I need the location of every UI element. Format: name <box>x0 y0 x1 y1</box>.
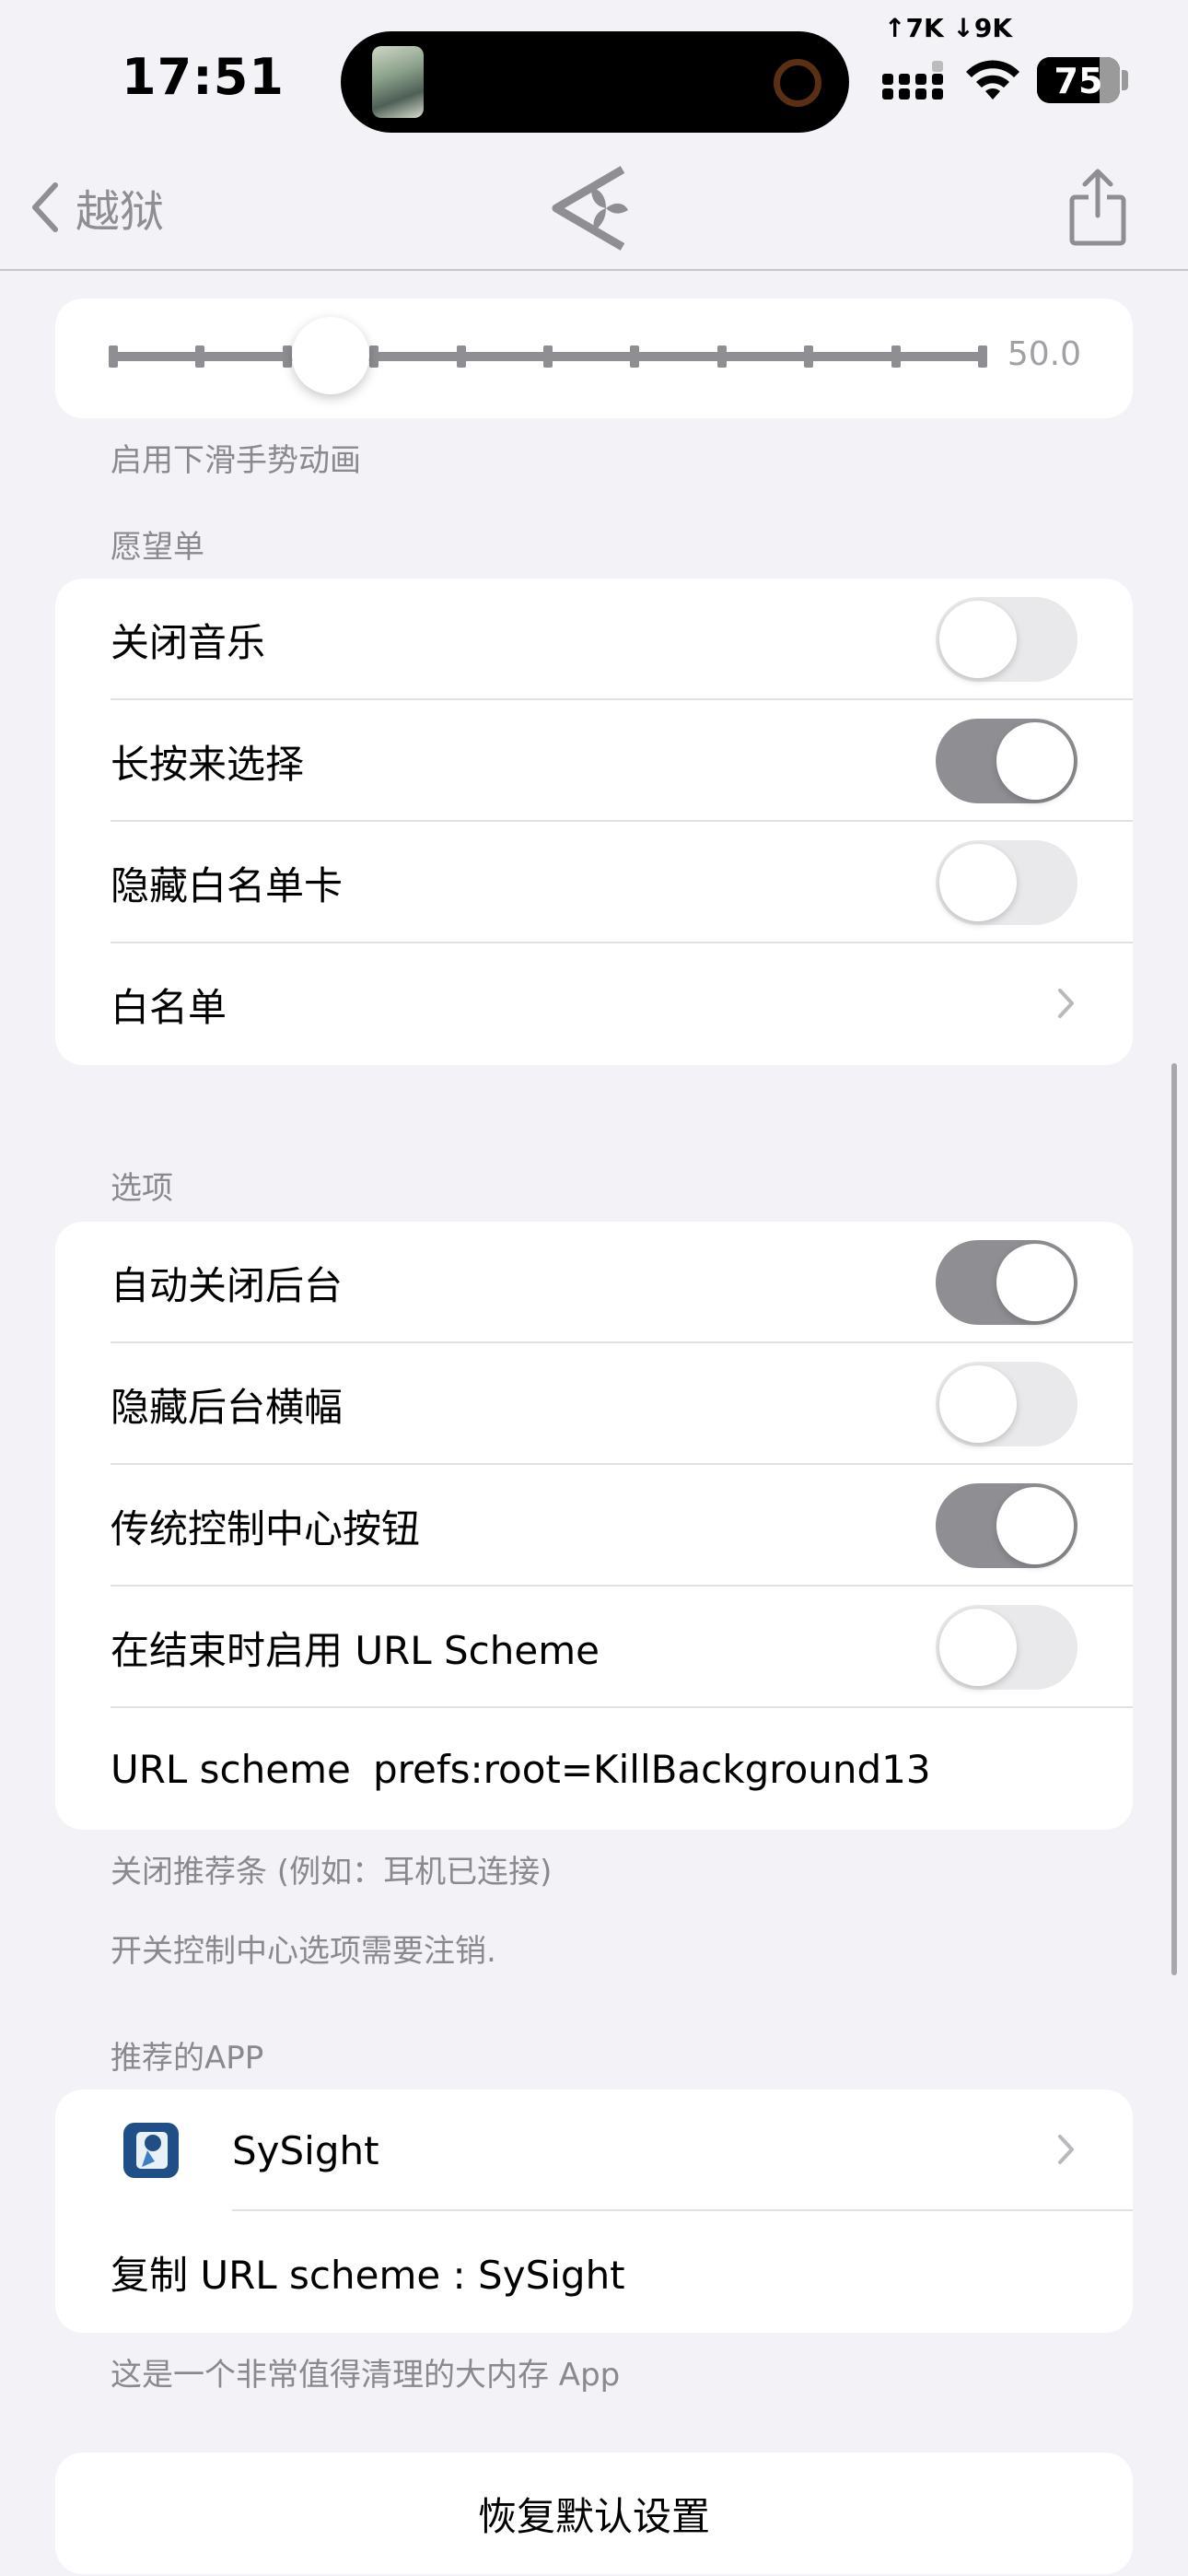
chevron-right-icon <box>1058 989 1074 1018</box>
share-icon[interactable] <box>1068 168 1127 247</box>
slider-tick <box>282 345 292 368</box>
battery-icon: 75 <box>1037 57 1120 103</box>
toggle-knob <box>939 1609 1017 1686</box>
slider-tick <box>804 345 814 368</box>
url-scheme-row: URL scheme prefs:root=KillBackground13 <box>55 1708 1133 1830</box>
legacy-control-center-toggle[interactable] <box>936 1483 1077 1568</box>
copy-url-scheme-row[interactable]: 复制 URL scheme : SySight <box>55 2211 1133 2333</box>
status-time: 17:51 <box>122 48 285 106</box>
options-footer-2: 开关控制中心选项需要注销. <box>111 1933 496 1970</box>
sysight-app-icon <box>123 2123 179 2178</box>
hide-whitelist-card-toggle[interactable] <box>936 840 1077 925</box>
toggle-row-hide-whitelist-card: 隐藏白名单卡 <box>55 822 1133 943</box>
slider-tick <box>630 345 640 368</box>
back-button[interactable]: 越狱 <box>31 175 164 240</box>
apps-card: SySight 复制 URL scheme : SySight <box>55 2090 1133 2333</box>
dynamic-island[interactable] <box>341 31 849 133</box>
restore-defaults-button[interactable]: 恢复默认设置 <box>55 2453 1133 2574</box>
slider-tick <box>891 345 901 368</box>
slider-card: 50.0 <box>55 299 1133 418</box>
row-label: 关闭音乐 <box>111 619 266 665</box>
battery-cap <box>1122 70 1128 90</box>
slider-knob[interactable] <box>292 317 369 394</box>
slider-tick <box>716 345 727 368</box>
hide-background-banner-toggle[interactable] <box>936 1362 1077 1446</box>
options-card: 自动关闭后台 隐藏后台横幅 传统控制中心按钮 在结束时启用 URL Scheme… <box>55 1222 1133 1830</box>
back-label: 越狱 <box>76 186 165 238</box>
slider-tick <box>369 345 379 368</box>
auto-close-background-toggle[interactable] <box>936 1240 1077 1325</box>
row-label: 自动关闭后台 <box>111 1262 344 1308</box>
toggle-row-url-scheme: 在结束时启用 URL Scheme <box>55 1587 1133 1708</box>
app-name: SySight <box>232 2127 379 2173</box>
url-scheme-label: URL scheme <box>111 1746 351 1792</box>
wishlist-card: 关闭音乐 长按来选择 隐藏白名单卡 白名单 <box>55 579 1133 1065</box>
network-speed: ↑7K ↓9K <box>884 13 1013 43</box>
whitelist-row[interactable]: 白名单 <box>55 943 1133 1065</box>
toggle-row-legacy-cc: 传统控制中心按钮 <box>55 1465 1133 1587</box>
app-row-sysight[interactable]: SySight <box>55 2090 1133 2211</box>
slider-tick <box>195 345 205 368</box>
slider-tick <box>109 345 118 368</box>
toggle-row-long-press: 长按来选择 <box>55 700 1133 822</box>
slider-tick <box>978 345 987 368</box>
toggle-row-close-music: 关闭音乐 <box>55 579 1133 700</box>
cellular-signal-icon <box>882 61 943 100</box>
row-label: 白名单 <box>111 984 227 1030</box>
row-label: 长按来选择 <box>111 741 305 787</box>
toggle-row-auto-close: 自动关闭后台 <box>55 1222 1133 1343</box>
now-playing-artwork[interactable] <box>372 46 424 118</box>
options-header: 选项 <box>111 1170 173 1207</box>
battery-level: 75 <box>1054 61 1103 101</box>
url-scheme-on-end-toggle[interactable] <box>936 1605 1077 1690</box>
row-label: 隐藏后台横幅 <box>111 1384 344 1430</box>
settings-page: 17:51 ↑7K ↓9K 75 越狱 50.0 启用下滑手势动画 愿望单 关闭… <box>0 0 1188 2576</box>
apps-footer: 这是一个非常值得清理的大内存 App <box>111 2357 621 2394</box>
toggle-knob <box>996 1244 1074 1321</box>
wifi-icon <box>966 60 1019 100</box>
slider-tick <box>456 345 466 368</box>
toggle-knob <box>939 844 1017 921</box>
row-label: 在结束时启用 URL Scheme <box>111 1627 600 1673</box>
close-music-toggle[interactable] <box>936 597 1077 682</box>
chevron-left-icon <box>32 182 58 232</box>
chevron-right-icon <box>1058 2135 1074 2164</box>
gesture-slider[interactable] <box>109 345 987 368</box>
toggle-knob <box>939 1365 1017 1443</box>
row-label: 复制 URL scheme : SySight <box>111 2252 625 2298</box>
navigation-bar: 越狱 <box>0 147 1188 271</box>
scroll-indicator[interactable] <box>1171 1063 1177 1975</box>
long-press-select-toggle[interactable] <box>936 719 1077 803</box>
apps-header: 推荐的APP <box>111 2040 264 2077</box>
slider-value: 50.0 <box>1007 335 1081 373</box>
slider-tick <box>543 345 553 368</box>
toggle-knob <box>939 601 1017 678</box>
slider-footer: 启用下滑手势动画 <box>111 442 361 479</box>
url-scheme-field[interactable]: prefs:root=KillBackground13 <box>373 1747 931 1792</box>
wishlist-header: 愿望单 <box>111 529 204 566</box>
toggle-knob <box>996 722 1074 800</box>
toggle-row-hide-banner: 隐藏后台横幅 <box>55 1343 1133 1465</box>
recording-indicator-icon <box>774 59 821 107</box>
row-label: 隐藏白名单卡 <box>111 862 344 908</box>
row-label: 传统控制中心按钮 <box>111 1505 421 1551</box>
kill-background-logo-icon <box>552 166 628 251</box>
options-footer-1: 关闭推荐条 (例如：耳机已连接) <box>111 1854 553 1891</box>
toggle-knob <box>996 1487 1074 1564</box>
